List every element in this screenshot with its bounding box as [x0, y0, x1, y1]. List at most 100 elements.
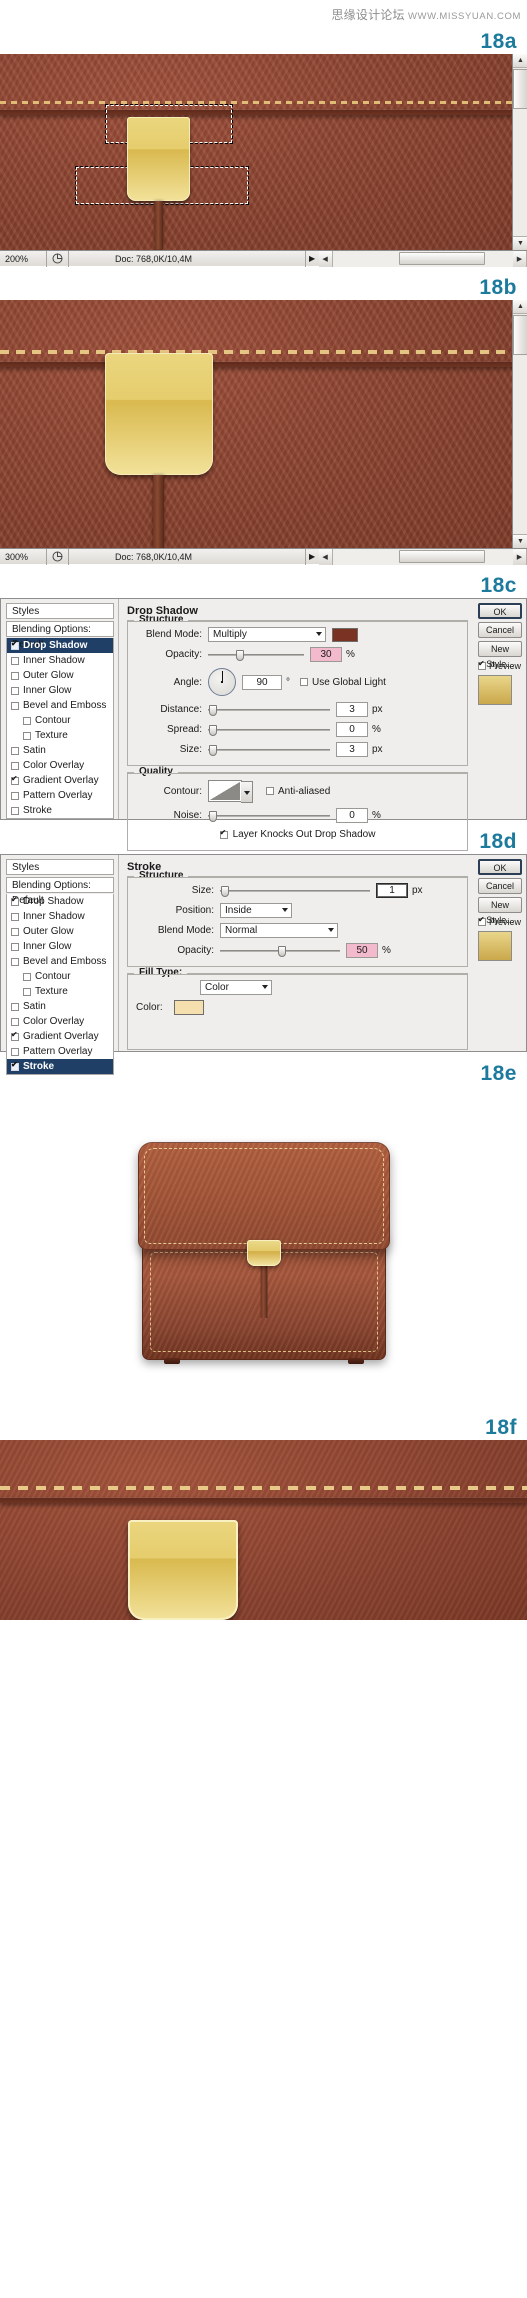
style-item-texture[interactable]: Texture	[7, 984, 113, 999]
distance-slider-ds[interactable]	[208, 703, 330, 717]
blending-options-st[interactable]: Blending Options: Default	[6, 877, 114, 906]
spread-value-ds[interactable]: 0	[336, 722, 368, 737]
preview-checkbox-st[interactable]	[478, 915, 486, 926]
checkbox-outer-glow[interactable]	[11, 671, 19, 680]
size-thumb-ds[interactable]	[209, 744, 217, 756]
checkbox-bevel-and-emboss[interactable]	[11, 957, 19, 966]
angle-value-ds[interactable]: 90	[242, 674, 282, 690]
new-style-button-ds[interactable]: New Style...	[478, 641, 522, 669]
checkbox-bevel-and-emboss[interactable]	[11, 701, 19, 710]
opacity-slider-st[interactable]	[220, 944, 340, 958]
opacity-thumb-st[interactable]	[278, 945, 286, 957]
checkbox-gradient-overlay[interactable]	[11, 774, 19, 785]
noise-slider-ds[interactable]	[208, 809, 330, 823]
checkbox-gradient-overlay[interactable]	[11, 1030, 19, 1041]
knockout-checkbox-ds[interactable]	[219, 828, 228, 839]
checkbox-drop-shadow[interactable]	[11, 639, 19, 650]
checkbox-stroke[interactable]	[11, 806, 19, 815]
shadow-color-swatch-ds[interactable]	[332, 627, 358, 642]
zoom-level-18b[interactable]: 300%	[0, 552, 46, 562]
size-value-ds[interactable]: 3	[336, 742, 368, 757]
style-item-color-overlay[interactable]: Color Overlay	[7, 1014, 113, 1029]
vertical-scrollbar-18b[interactable]: ▲ ▼	[512, 300, 527, 548]
fill-type-select-st[interactable]: Color	[200, 980, 272, 995]
checkbox-inner-glow[interactable]	[11, 686, 19, 695]
style-item-outer-glow[interactable]: Outer Glow	[7, 924, 113, 939]
contour-preview-ds[interactable]	[208, 780, 253, 803]
canvas-18b[interactable]: ▲ ▼	[0, 300, 527, 548]
style-item-texture[interactable]: Texture	[7, 728, 113, 743]
new-style-button-st[interactable]: New Style...	[478, 897, 522, 925]
vertical-scroll-thumb[interactable]	[513, 69, 527, 109]
style-item-stroke[interactable]: Stroke	[7, 803, 113, 818]
style-item-drop-shadow[interactable]: Drop Shadow	[7, 894, 113, 909]
canvas-18a[interactable]: ▲ ▼	[0, 54, 527, 250]
checkbox-inner-shadow[interactable]	[11, 912, 19, 921]
opacity-slider-ds[interactable]	[208, 648, 304, 662]
vertical-scroll-thumb[interactable]	[513, 315, 527, 355]
checkbox-inner-shadow[interactable]	[11, 656, 19, 665]
checkbox-drop-shadow[interactable]	[11, 895, 19, 906]
hscroll-right-button-18a[interactable]: ▶	[513, 251, 527, 267]
status-menu-arrow-18a[interactable]: ▶	[304, 250, 319, 267]
hscroll-thumb-18a[interactable]	[398, 252, 485, 265]
ok-button-st[interactable]: OK	[478, 859, 522, 875]
hscroll-left-button-18a[interactable]: ◀	[318, 251, 333, 267]
checkbox-contour[interactable]	[23, 716, 31, 725]
style-item-gradient-overlay[interactable]: Gradient Overlay	[7, 1029, 113, 1044]
size-thumb-st[interactable]	[221, 885, 229, 897]
hscroll-left-button-18b[interactable]: ◀	[318, 549, 333, 565]
spread-slider-ds[interactable]	[208, 723, 330, 737]
style-item-bevel-and-emboss[interactable]: Bevel and Emboss	[7, 698, 113, 713]
style-item-pattern-overlay[interactable]: Pattern Overlay	[7, 1044, 113, 1059]
hscroll-track-18b[interactable]	[332, 549, 513, 565]
use-global-light-row-ds[interactable]: Use Global Light	[300, 677, 386, 688]
style-item-inner-glow[interactable]: Inner Glow	[7, 939, 113, 954]
style-item-gradient-overlay[interactable]: Gradient Overlay	[7, 773, 113, 788]
style-item-contour[interactable]: Contour	[7, 713, 113, 728]
checkbox-contour[interactable]	[23, 972, 31, 981]
style-item-contour[interactable]: Contour	[7, 969, 113, 984]
scroll-down-button[interactable]: ▼	[513, 534, 527, 548]
checkbox-pattern-overlay[interactable]	[11, 791, 19, 800]
style-item-drop-shadow[interactable]: Drop Shadow	[7, 638, 113, 653]
checkbox-color-overlay[interactable]	[11, 1017, 19, 1026]
cancel-button-ds[interactable]: Cancel	[478, 622, 522, 638]
anti-aliased-row-ds[interactable]: Anti-aliased	[266, 786, 330, 797]
cancel-button-st[interactable]: Cancel	[478, 878, 522, 894]
horizontal-scrollbar-18a[interactable]: ◀ ▶	[318, 250, 527, 267]
distance-thumb-ds[interactable]	[209, 704, 217, 716]
size-slider-ds[interactable]	[208, 743, 330, 757]
style-item-inner-shadow[interactable]: Inner Shadow	[7, 653, 113, 668]
status-menu-arrow-18b[interactable]: ▶	[304, 548, 319, 565]
opacity-value-ds[interactable]: 30	[310, 647, 342, 662]
checkbox-satin[interactable]	[11, 746, 19, 755]
ok-button-ds[interactable]: OK	[478, 603, 522, 619]
style-item-color-overlay[interactable]: Color Overlay	[7, 758, 113, 773]
style-item-inner-glow[interactable]: Inner Glow	[7, 683, 113, 698]
stroke-color-swatch-st[interactable]	[174, 1000, 204, 1015]
checkbox-texture[interactable]	[23, 731, 31, 740]
doc-thumbnail-icon[interactable]	[46, 250, 68, 267]
spread-thumb-ds[interactable]	[209, 724, 217, 736]
preview-row-ds[interactable]: Preview	[478, 659, 522, 671]
anti-aliased-checkbox-ds[interactable]	[266, 787, 274, 795]
contour-dropdown-button-ds[interactable]	[241, 781, 253, 803]
horizontal-scrollbar-18b[interactable]: ◀ ▶	[318, 548, 527, 565]
opacity-value-st[interactable]: 50	[346, 943, 378, 958]
style-item-stroke[interactable]: Stroke	[7, 1059, 113, 1074]
doc-thumbnail-icon[interactable]	[46, 548, 68, 565]
scroll-up-button[interactable]: ▲	[513, 54, 527, 68]
noise-thumb-ds[interactable]	[209, 810, 217, 822]
zoom-level-18a[interactable]: 200%	[0, 254, 46, 264]
checkbox-stroke[interactable]	[11, 1060, 19, 1071]
opacity-thumb-ds[interactable]	[236, 649, 244, 661]
size-slider-st[interactable]	[220, 884, 370, 898]
noise-value-ds[interactable]: 0	[336, 808, 368, 823]
checkbox-color-overlay[interactable]	[11, 761, 19, 770]
use-global-light-checkbox-ds[interactable]	[300, 678, 308, 686]
scroll-up-button[interactable]: ▲	[513, 300, 527, 314]
checkbox-texture[interactable]	[23, 987, 31, 996]
hscroll-thumb-18b[interactable]	[398, 550, 485, 563]
blending-options-ds[interactable]: Blending Options: Default	[6, 621, 114, 650]
